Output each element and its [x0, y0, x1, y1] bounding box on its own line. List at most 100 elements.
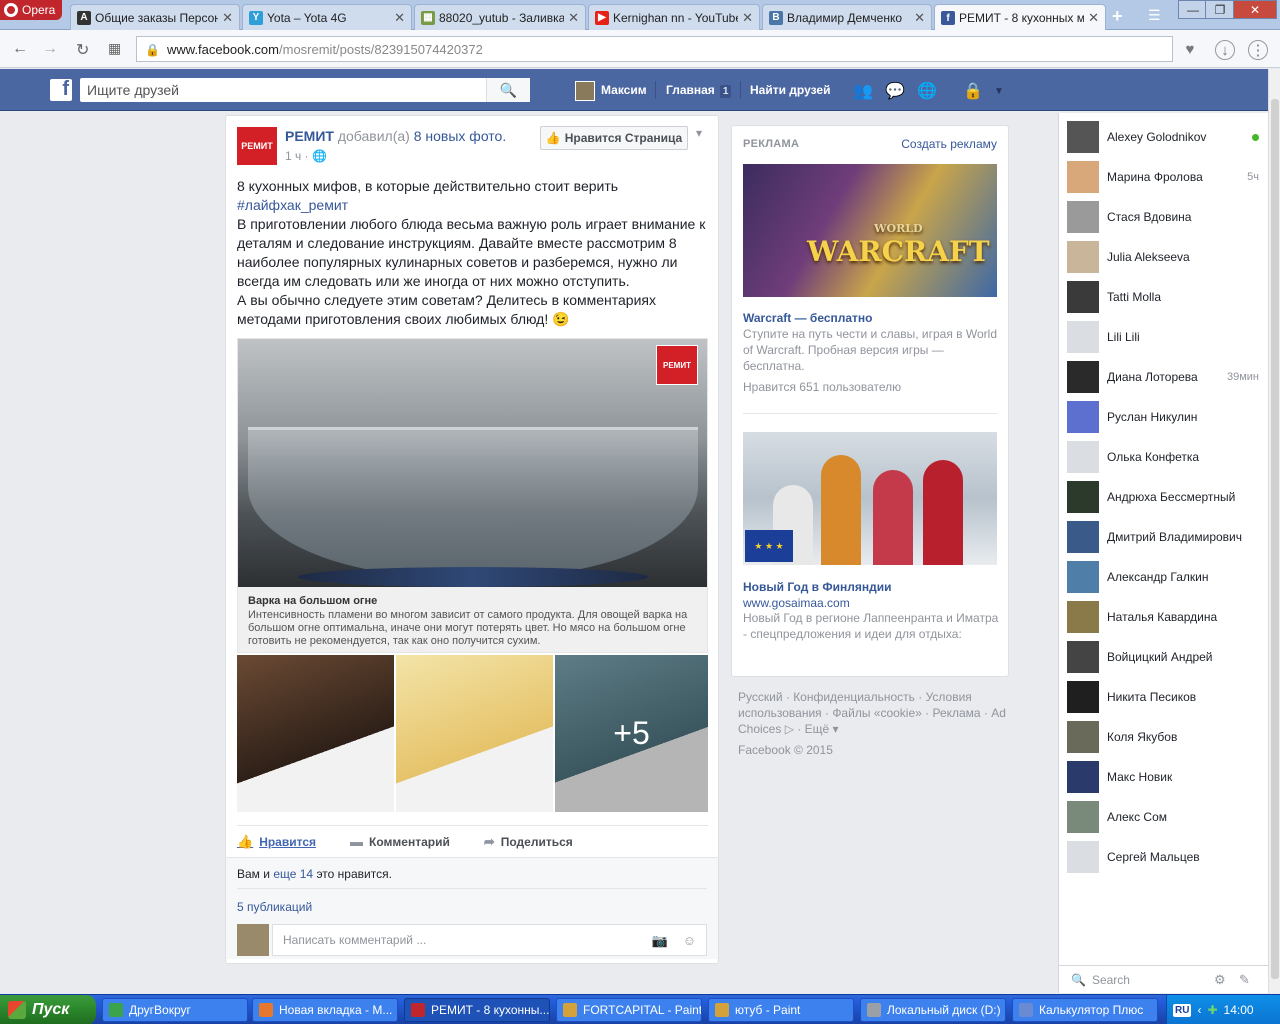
chat-contact[interactable]: Александр Галкин — [1067, 559, 1263, 595]
photo-thumbnail[interactable] — [396, 655, 553, 812]
start-button[interactable]: Пуск — [0, 995, 96, 1024]
share-button[interactable]: ➦ Поделиться — [484, 834, 573, 850]
main-photo[interactable]: РЕМИТ Варка на большом огне Интенсивност… — [237, 338, 708, 653]
close-tab-icon[interactable]: ✕ — [914, 10, 925, 26]
maximize-button[interactable]: ❐ — [1205, 0, 1235, 19]
chat-contact[interactable]: Alexey Golodnikov — [1067, 119, 1263, 155]
chat-contact[interactable]: Олька Конфетка — [1067, 439, 1263, 475]
post-options-chevron-icon[interactable]: ▾ — [696, 126, 702, 140]
language-indicator[interactable]: RU — [1173, 1003, 1192, 1017]
finland-ad-image[interactable]: ★ ★ ★ — [743, 432, 997, 565]
browser-tab[interactable]: ▶ Kernighan nn - YouTube ✕ — [588, 4, 760, 30]
chat-contact[interactable]: Диана Лоторева 39мин — [1067, 359, 1263, 395]
heart-icon[interactable]: ♥ — [1178, 38, 1202, 60]
like-page-button[interactable]: 👍 Нравится Страница — [540, 126, 688, 150]
chat-contact[interactable]: Сергей Мальцев — [1067, 839, 1263, 875]
taskbar-item[interactable]: РЕМИТ - 8 кухонны... — [404, 998, 550, 1022]
browser-tab[interactable]: ▦ 88020_yutub - Заливка ✕ — [414, 4, 586, 30]
speed-dial-icon[interactable]: ▦ — [108, 40, 121, 57]
chat-contact[interactable]: Алекс Сом — [1067, 799, 1263, 835]
page-scrollbar[interactable] — [1268, 69, 1280, 993]
taskbar-item[interactable]: Локальный диск (D:) — [860, 998, 1006, 1022]
gear-icon[interactable]: ⚙ — [1214, 972, 1226, 988]
page-avatar[interactable]: РЕМИТ — [237, 127, 277, 165]
camera-icon[interactable]: 📷 — [652, 933, 668, 949]
profile-link[interactable]: Максим — [601, 83, 647, 97]
taskbar-item[interactable]: Новая вкладка - M... — [252, 998, 398, 1022]
ad-title-link[interactable]: Новый Год в Финляндии — [743, 580, 891, 594]
chat-contact[interactable]: Наталья Кавардина — [1067, 599, 1263, 635]
close-window-button[interactable]: ✕ — [1233, 0, 1277, 19]
opera-menu-button[interactable]: Opera — [0, 0, 62, 20]
post-timestamp[interactable]: 1 ч · 🌐 — [285, 149, 327, 163]
taskbar-item[interactable]: ютуб - Paint — [708, 998, 854, 1022]
facebook-logo-icon[interactable]: f — [50, 78, 72, 101]
chat-contact[interactable]: Lili Lili — [1067, 319, 1263, 355]
search-icon[interactable]: 🔍 — [486, 78, 530, 102]
like-button[interactable]: 👍 Нравится — [237, 834, 316, 850]
close-tab-icon[interactable]: ✕ — [222, 10, 233, 26]
chat-contact[interactable]: Марина Фролова 5ч — [1067, 159, 1263, 195]
browser-tab[interactable]: A Общие заказы Персона ✕ — [70, 4, 240, 30]
hashtag-link[interactable]: #лайфхак_ремит — [237, 196, 711, 215]
chat-contact[interactable]: Julia Alekseeva — [1067, 239, 1263, 275]
friend-search-input[interactable]: Ищите друзей 🔍 — [80, 78, 530, 102]
photo-thumbnail[interactable] — [237, 655, 394, 812]
tray-expand-icon[interactable]: ‹ — [1197, 1003, 1201, 1017]
chat-contact[interactable]: Войцицкий Андрей — [1067, 639, 1263, 675]
browser-tab[interactable]: f РЕМИТ - 8 кухонных ми ✕ — [934, 4, 1106, 31]
menu-icon[interactable]: ⋮ — [1248, 40, 1268, 60]
photos-link[interactable]: 8 новых фото. — [414, 128, 507, 144]
ad-title-link[interactable]: Warcraft — бесплатно — [743, 311, 873, 325]
chat-contact[interactable]: Макс Новик — [1067, 759, 1263, 795]
taskbar-item[interactable]: Калькулятор Плюс — [1012, 998, 1158, 1022]
ad-url-link[interactable]: www.gosaimaa.com — [743, 596, 850, 610]
user-avatar[interactable] — [575, 81, 595, 101]
chat-contact[interactable]: Никита Песиков — [1067, 679, 1263, 715]
messages-icon[interactable]: 💬 — [884, 81, 906, 101]
chat-contact[interactable]: Руслан Никулин — [1067, 399, 1263, 435]
account-chevron-icon[interactable]: ▼ — [988, 81, 1010, 101]
chat-contact[interactable]: Tatti Molla — [1067, 279, 1263, 315]
compose-icon[interactable]: ✎ — [1239, 972, 1250, 988]
comment-input[interactable]: Написать комментарий ... 📷 ☺ — [272, 924, 707, 956]
new-tab-button[interactable]: + — [1112, 6, 1123, 27]
emoji-icon[interactable]: ☺ — [683, 933, 696, 948]
network-icon[interactable]: ✚ — [1207, 1003, 1217, 1017]
chat-contact[interactable]: Андрюха Бессмертный — [1067, 479, 1263, 515]
close-tab-icon[interactable]: ✕ — [394, 10, 405, 26]
privacy-lock-icon[interactable]: 🔒 — [962, 81, 984, 101]
minimize-button[interactable]: — — [1178, 0, 1208, 19]
chat-contact[interactable]: Коля Якубов — [1067, 719, 1263, 755]
footer-links[interactable]: Русский · Конфиденциальность · Условия и… — [738, 690, 1006, 736]
friend-requests-icon[interactable]: 👥 — [852, 81, 874, 101]
page-name-link[interactable]: РЕМИТ — [285, 128, 334, 144]
find-friends-link[interactable]: Найти друзей — [750, 83, 830, 97]
chat-contact[interactable]: Дмитрий Владимирович — [1067, 519, 1263, 555]
close-tab-icon[interactable]: ✕ — [568, 10, 579, 26]
close-tab-icon[interactable]: ✕ — [742, 10, 753, 26]
comment-button[interactable]: ▬ Комментарий — [350, 834, 450, 849]
notifications-globe-icon[interactable]: 🌐 — [916, 81, 938, 101]
browser-tab[interactable]: B Владимир Демченко ✕ — [762, 4, 932, 30]
shares-link[interactable]: 5 публикаций — [237, 900, 312, 914]
close-tab-icon[interactable]: ✕ — [1088, 10, 1099, 26]
chat-contact[interactable]: Стася Вдовина — [1067, 199, 1263, 235]
scrollbar-thumb[interactable] — [1271, 99, 1279, 979]
browser-tab[interactable]: Y Yota – Yota 4G ✕ — [242, 4, 412, 30]
taskbar-item[interactable]: ДругВокруг — [102, 998, 248, 1022]
url-input[interactable]: 🔒 www.facebook.com/mosremit/posts/823915… — [136, 36, 1173, 62]
tab-menu-icon[interactable]: ☰ — [1148, 7, 1161, 24]
reload-icon[interactable]: ↻ — [76, 40, 89, 60]
warcraft-ad-image[interactable]: WORLD WARCRAFT — [743, 164, 997, 297]
chat-search-input[interactable]: 🔍 Search ⚙ ✎ — [1059, 965, 1269, 993]
forward-icon[interactable]: → — [42, 40, 58, 58]
home-link[interactable]: Главная 1 — [666, 83, 732, 98]
download-icon[interactable]: ↓ — [1215, 40, 1235, 60]
likes-others-link[interactable]: еще 14 — [273, 867, 313, 881]
more-photos-overlay[interactable]: +5 — [555, 655, 708, 812]
create-ad-link[interactable]: Создать рекламу — [901, 137, 997, 151]
back-icon[interactable]: ← — [12, 40, 28, 58]
photo-thumbnail[interactable]: +5 — [555, 655, 708, 812]
taskbar-item[interactable]: FORTCAPITAL - Paint — [556, 998, 702, 1022]
